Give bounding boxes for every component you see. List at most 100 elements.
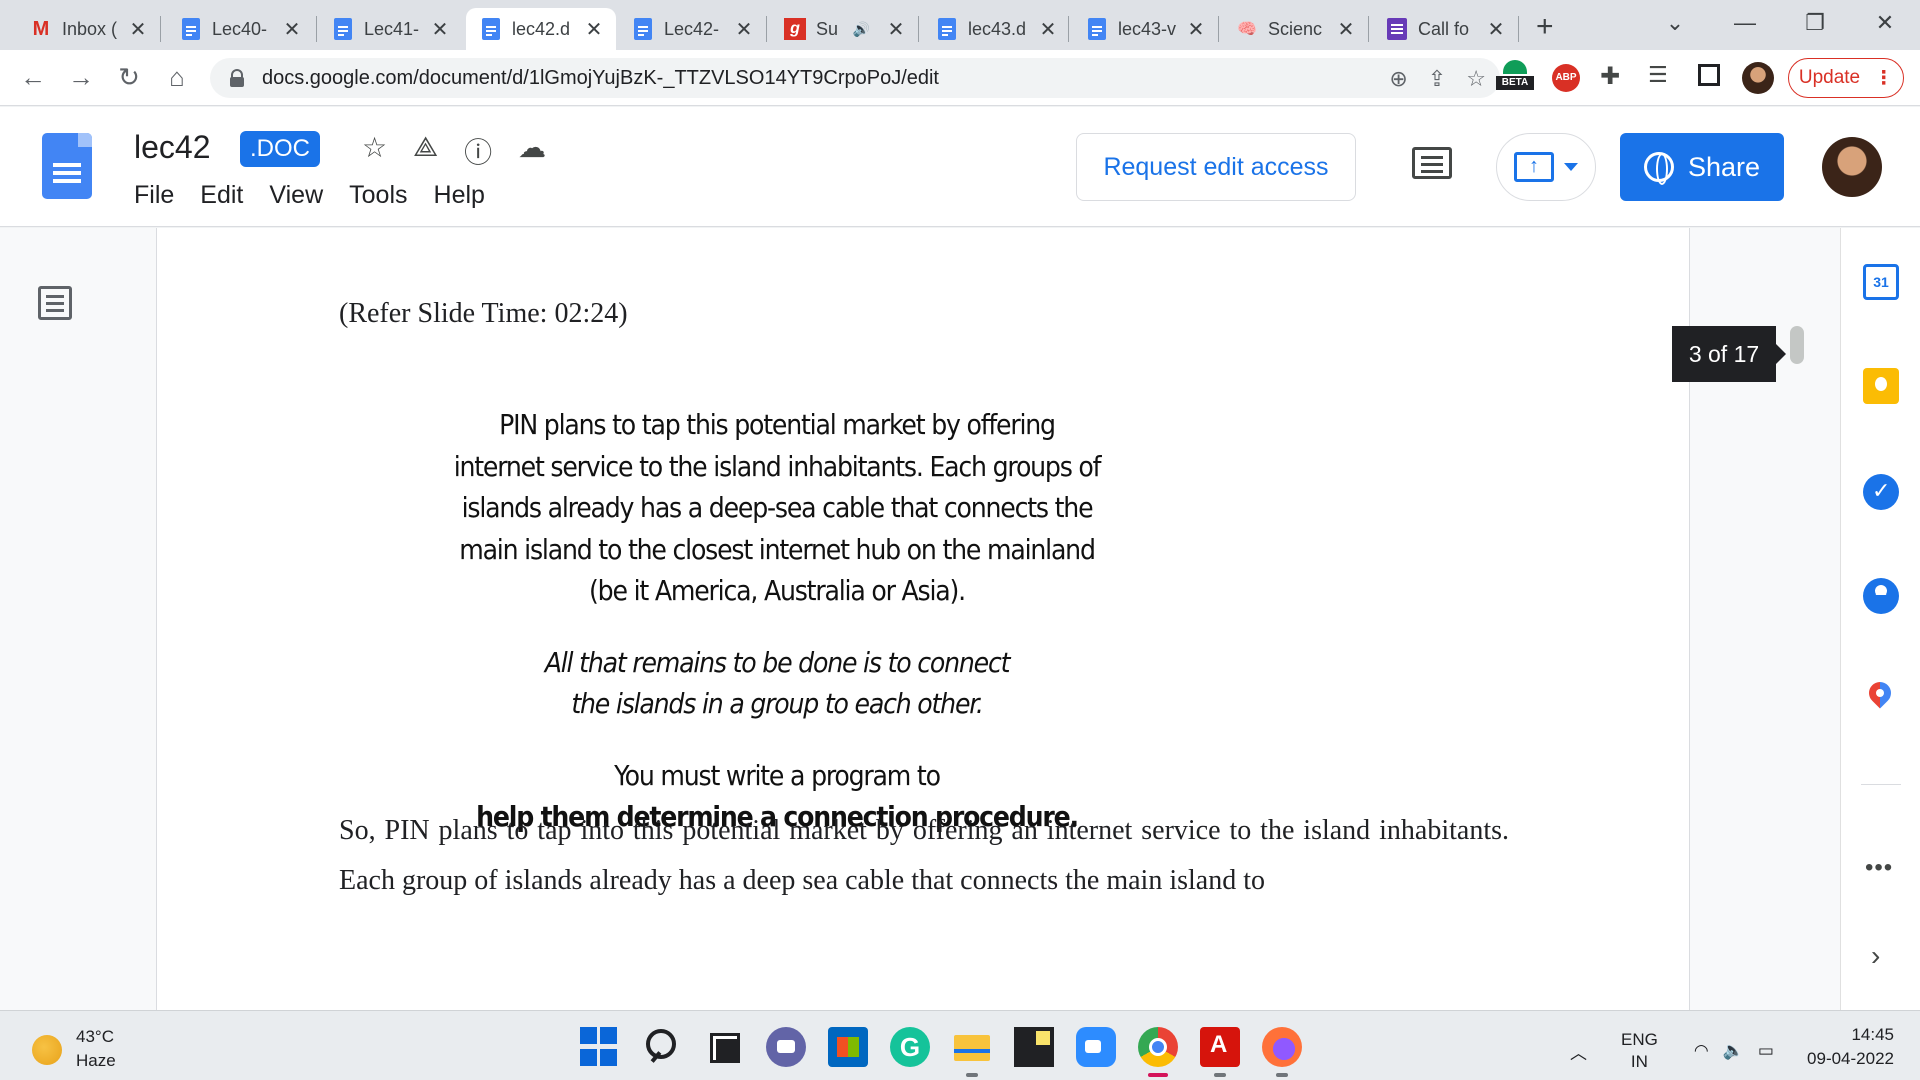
wifi-icon[interactable]: ◠ bbox=[1694, 1041, 1709, 1061]
cloud-status-icon[interactable]: ☁ bbox=[518, 131, 546, 171]
tab-lec42[interactable]: Lec42- ✕ bbox=[618, 8, 766, 50]
zoom-icon[interactable] bbox=[1076, 1027, 1116, 1067]
tab-lec40[interactable]: Lec40- ✕ bbox=[166, 8, 314, 50]
chrome-icon[interactable] bbox=[1138, 1027, 1178, 1077]
tab-lec41[interactable]: Lec41- ✕ bbox=[318, 8, 462, 50]
browser-profile-avatar[interactable] bbox=[1742, 62, 1774, 94]
docs-icon bbox=[936, 17, 958, 41]
system-clock[interactable]: 14:45 09-04-2022 bbox=[1790, 1023, 1894, 1071]
reading-list-icon[interactable]: ☰ bbox=[1648, 62, 1668, 88]
zoom-icon[interactable]: ⊕ bbox=[1389, 66, 1407, 92]
tab-call-for[interactable]: Call fo ✕ bbox=[1372, 8, 1518, 50]
share-page-icon[interactable]: ⇪ bbox=[1428, 66, 1446, 92]
document-title[interactable]: lec42 bbox=[134, 129, 211, 166]
volume-icon[interactable]: 🔈 bbox=[1723, 1041, 1744, 1061]
store-icon[interactable] bbox=[828, 1027, 868, 1067]
tab-search-icon[interactable]: ⌄ bbox=[1640, 0, 1710, 46]
clock-date: 09-04-2022 bbox=[1807, 1049, 1894, 1068]
beta-extension-icon[interactable]: BETA bbox=[1496, 60, 1534, 96]
request-edit-access-button[interactable]: Request edit access bbox=[1076, 133, 1356, 201]
docs-icon bbox=[1086, 17, 1108, 41]
contacts-icon[interactable] bbox=[1863, 578, 1899, 614]
document-page[interactable]: (Refer Slide Time: 02:24) PIN plans to t… bbox=[156, 228, 1690, 1010]
close-icon[interactable]: ✕ bbox=[1336, 17, 1356, 42]
extensions-puzzle-icon[interactable]: ✚ bbox=[1600, 62, 1620, 91]
grammarly-icon[interactable]: G bbox=[890, 1027, 930, 1067]
chevron-right-icon[interactable]: › bbox=[1871, 940, 1880, 972]
kebab-menu-icon: ⋮ bbox=[1874, 67, 1894, 89]
reload-icon[interactable]: ↻ bbox=[112, 62, 146, 93]
tab-lec43-doc[interactable]: lec43.d ✕ bbox=[922, 8, 1070, 50]
search-icon[interactable] bbox=[642, 1027, 682, 1067]
weather-sun-icon[interactable] bbox=[32, 1035, 62, 1065]
present-button[interactable]: ↑ bbox=[1496, 133, 1596, 201]
tab-title: lec42.d bbox=[512, 18, 571, 39]
tab-su-audio[interactable]: g Su 🔊 ✕ bbox=[770, 8, 918, 50]
close-icon[interactable]: ✕ bbox=[886, 17, 906, 42]
home-icon[interactable]: ⌂ bbox=[160, 62, 194, 93]
tab-title: lec43-v bbox=[1118, 18, 1177, 39]
sticky-notes-icon[interactable] bbox=[1014, 1027, 1054, 1067]
menu-help[interactable]: Help bbox=[434, 181, 485, 210]
restore-icon[interactable]: ❐ bbox=[1780, 0, 1850, 46]
bookmark-star-icon[interactable]: ☆ bbox=[1466, 66, 1486, 92]
task-view-icon[interactable] bbox=[704, 1027, 744, 1067]
adblock-icon[interactable]: ABP bbox=[1552, 64, 1580, 92]
more-icon[interactable]: ••• bbox=[1865, 854, 1893, 882]
calendar-icon[interactable]: 31 bbox=[1863, 264, 1899, 300]
back-icon[interactable]: ← bbox=[16, 62, 50, 93]
update-button[interactable]: Update ⋮ bbox=[1788, 58, 1904, 98]
teams-chat-icon[interactable] bbox=[766, 1027, 806, 1067]
weather-widget[interactable]: 43°C Haze bbox=[76, 1025, 116, 1073]
details-info-icon[interactable]: ⓘ bbox=[464, 131, 492, 171]
docs-icon bbox=[332, 17, 354, 41]
chevron-down-icon bbox=[1564, 163, 1578, 171]
tab-science[interactable]: 🧠 Scienc ✕ bbox=[1222, 8, 1368, 50]
tab-gmail-inbox[interactable]: M Inbox ( ✕ bbox=[16, 8, 160, 50]
forward-icon[interactable]: → bbox=[64, 62, 98, 93]
maps-icon[interactable] bbox=[1867, 682, 1895, 718]
move-to-drive-icon[interactable]: ⟁ bbox=[413, 131, 438, 171]
minimize-icon[interactable]: — bbox=[1710, 0, 1780, 46]
speaker-icon[interactable]: 🔊 bbox=[853, 21, 870, 38]
tasks-icon[interactable] bbox=[1863, 474, 1899, 510]
close-icon[interactable]: ✕ bbox=[1038, 17, 1058, 42]
account-avatar[interactable] bbox=[1822, 137, 1882, 197]
outline-icon[interactable] bbox=[38, 286, 72, 320]
scrollbar-thumb[interactable] bbox=[1790, 326, 1804, 364]
menu-file[interactable]: File bbox=[134, 181, 174, 210]
close-icon[interactable]: ✕ bbox=[430, 17, 450, 42]
file-explorer-icon[interactable] bbox=[952, 1027, 992, 1077]
url-text: docs.google.com/document/d/1lGmojYujBzK-… bbox=[262, 66, 939, 89]
battery-icon[interactable]: ▭ bbox=[1758, 1041, 1774, 1061]
star-icon[interactable]: ☆ bbox=[362, 131, 387, 171]
share-button[interactable]: Share bbox=[1620, 133, 1784, 201]
new-tab-button[interactable]: + bbox=[1536, 10, 1554, 44]
taskbar-apps: G bbox=[580, 1027, 1302, 1077]
side-panel-icon[interactable] bbox=[1698, 64, 1720, 86]
address-bar[interactable]: docs.google.com/document/d/1lGmojYujBzK-… bbox=[210, 58, 1500, 98]
running-indicator bbox=[1214, 1073, 1226, 1077]
lock-icon[interactable] bbox=[230, 69, 244, 87]
close-icon[interactable]: ✕ bbox=[1486, 17, 1506, 42]
tab-lec43[interactable]: lec43-v ✕ bbox=[1072, 8, 1218, 50]
menu-edit[interactable]: Edit bbox=[200, 181, 243, 210]
tab-lec42-doc[interactable]: lec42.d ✕ bbox=[466, 8, 616, 50]
keep-icon[interactable] bbox=[1863, 368, 1899, 404]
close-icon[interactable]: ✕ bbox=[128, 17, 148, 42]
language-indicator[interactable]: ENG IN bbox=[1621, 1029, 1658, 1073]
close-icon[interactable]: ✕ bbox=[1186, 17, 1206, 42]
firefox-icon[interactable] bbox=[1262, 1027, 1302, 1077]
close-icon[interactable]: ✕ bbox=[282, 17, 302, 42]
docs-logo-icon[interactable] bbox=[42, 133, 92, 199]
g-icon: g bbox=[784, 17, 806, 41]
windows-start-icon[interactable] bbox=[580, 1027, 620, 1067]
menu-tools[interactable]: Tools bbox=[349, 181, 407, 210]
window-close-icon[interactable]: ✕ bbox=[1850, 0, 1920, 46]
comment-history-icon[interactable] bbox=[1412, 147, 1452, 179]
menu-view[interactable]: View bbox=[269, 181, 323, 210]
acrobat-icon[interactable] bbox=[1200, 1027, 1240, 1077]
chevron-up-icon[interactable]: ︿ bbox=[1570, 1039, 1587, 1064]
close-icon[interactable]: ✕ bbox=[734, 17, 754, 42]
close-icon[interactable]: ✕ bbox=[584, 17, 604, 42]
